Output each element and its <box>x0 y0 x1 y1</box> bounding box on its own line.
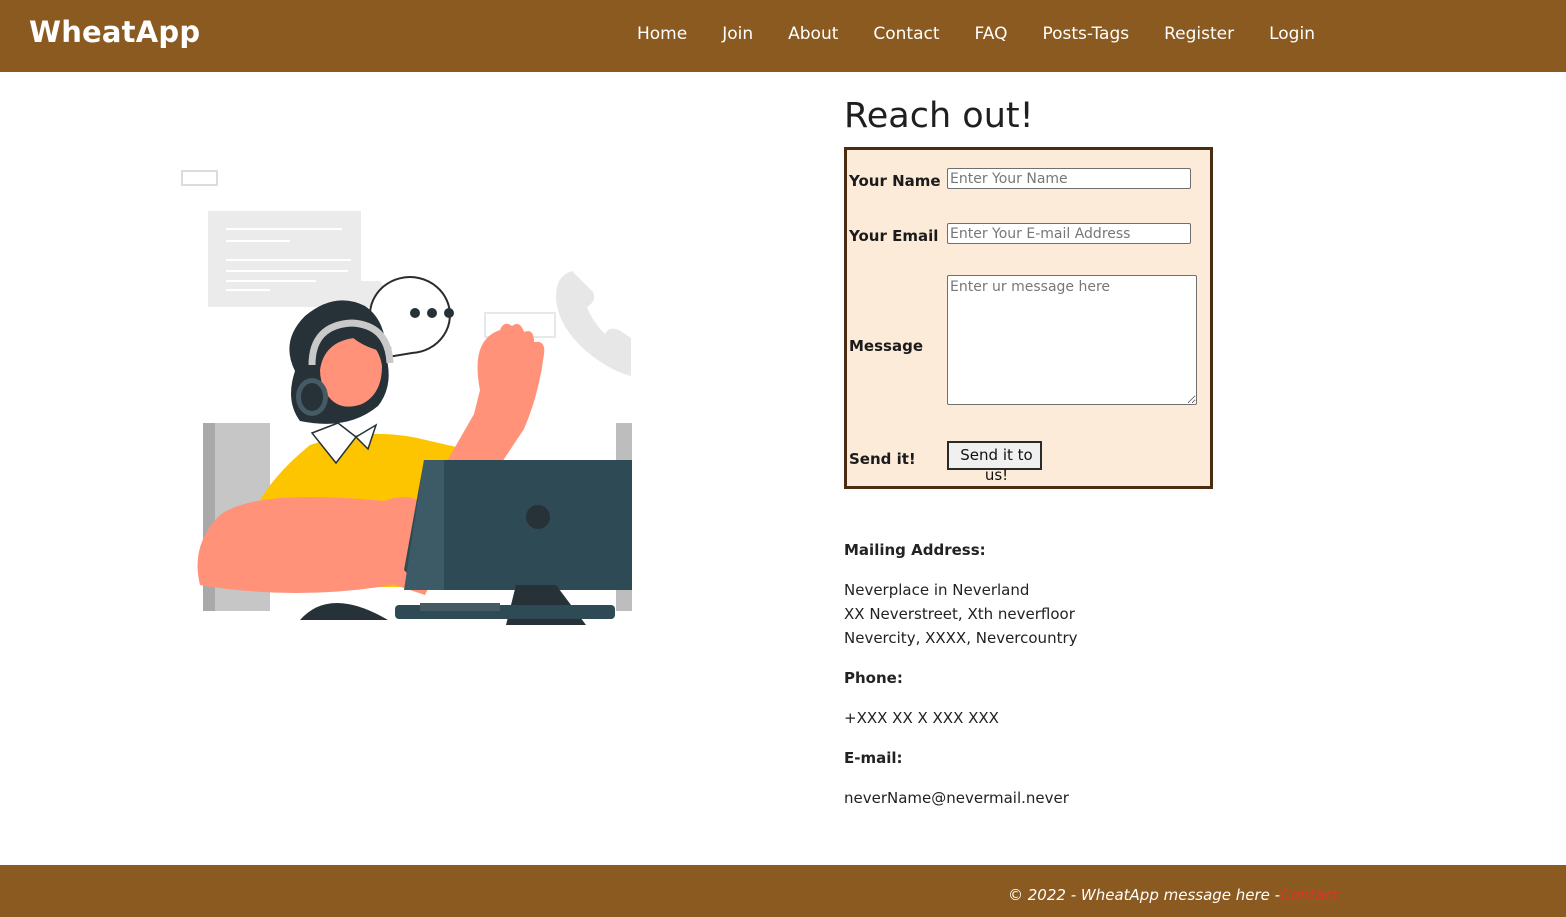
nav-home[interactable]: Home <box>637 24 687 44</box>
contact-form: Your Name Your Email Message Send it! Se… <box>844 147 1213 489</box>
message-textarea[interactable] <box>947 275 1197 405</box>
footer-text: © 2022 - WheatApp message here -Contact <box>1008 886 1338 904</box>
nav-posts-tags[interactable]: Posts-Tags <box>1042 24 1129 44</box>
main-nav: Home Join About Contact FAQ Posts-Tags R… <box>637 24 1350 44</box>
footer-contact-link[interactable]: Contact <box>1280 886 1338 904</box>
contact-info: Mailing Address: Neverplace in Neverland… <box>844 538 1078 810</box>
mailing-address-heading: Mailing Address: <box>844 541 986 559</box>
send-button-line1: Send it to <box>960 446 1033 464</box>
your-name-input[interactable] <box>947 168 1191 189</box>
footer: © 2022 - WheatApp message here -Contact <box>0 865 1566 917</box>
your-email-label: Your Email <box>849 227 939 245</box>
nav-join[interactable]: Join <box>722 24 753 44</box>
your-name-label: Your Name <box>849 172 941 190</box>
footer-copyright: © 2022 - WheatApp message here - <box>1008 886 1281 904</box>
nav-faq[interactable]: FAQ <box>975 24 1008 44</box>
phone-heading: Phone: <box>844 669 903 687</box>
top-navbar: WheatApp Home Join About Contact FAQ Pos… <box>0 0 1566 72</box>
address-line: Neverplace in Neverland <box>844 581 1030 599</box>
nav-login[interactable]: Login <box>1269 24 1315 44</box>
your-email-input[interactable] <box>947 223 1191 244</box>
email-address: neverName@nevermail.never <box>844 789 1069 807</box>
nav-about[interactable]: About <box>788 24 838 44</box>
brand-logo[interactable]: WheatApp <box>29 15 200 49</box>
nav-contact[interactable]: Contact <box>873 24 939 44</box>
nav-register[interactable]: Register <box>1164 24 1234 44</box>
email-heading: E-mail: <box>844 749 903 767</box>
message-label: Message <box>849 337 923 355</box>
customer-support-illustration <box>181 170 632 625</box>
address-line: Nevercity, XXXX, Nevercountry <box>844 629 1078 647</box>
send-button[interactable]: Send it to us! <box>947 441 1042 484</box>
send-button-line2: us! <box>984 466 1009 484</box>
phone-number: +XXX XX X XXX XXX <box>844 709 999 727</box>
send-label: Send it! <box>849 450 916 468</box>
address-line: XX Neverstreet, Xth neverfloor <box>844 605 1075 623</box>
contact-heading: Reach out! <box>844 96 1034 136</box>
